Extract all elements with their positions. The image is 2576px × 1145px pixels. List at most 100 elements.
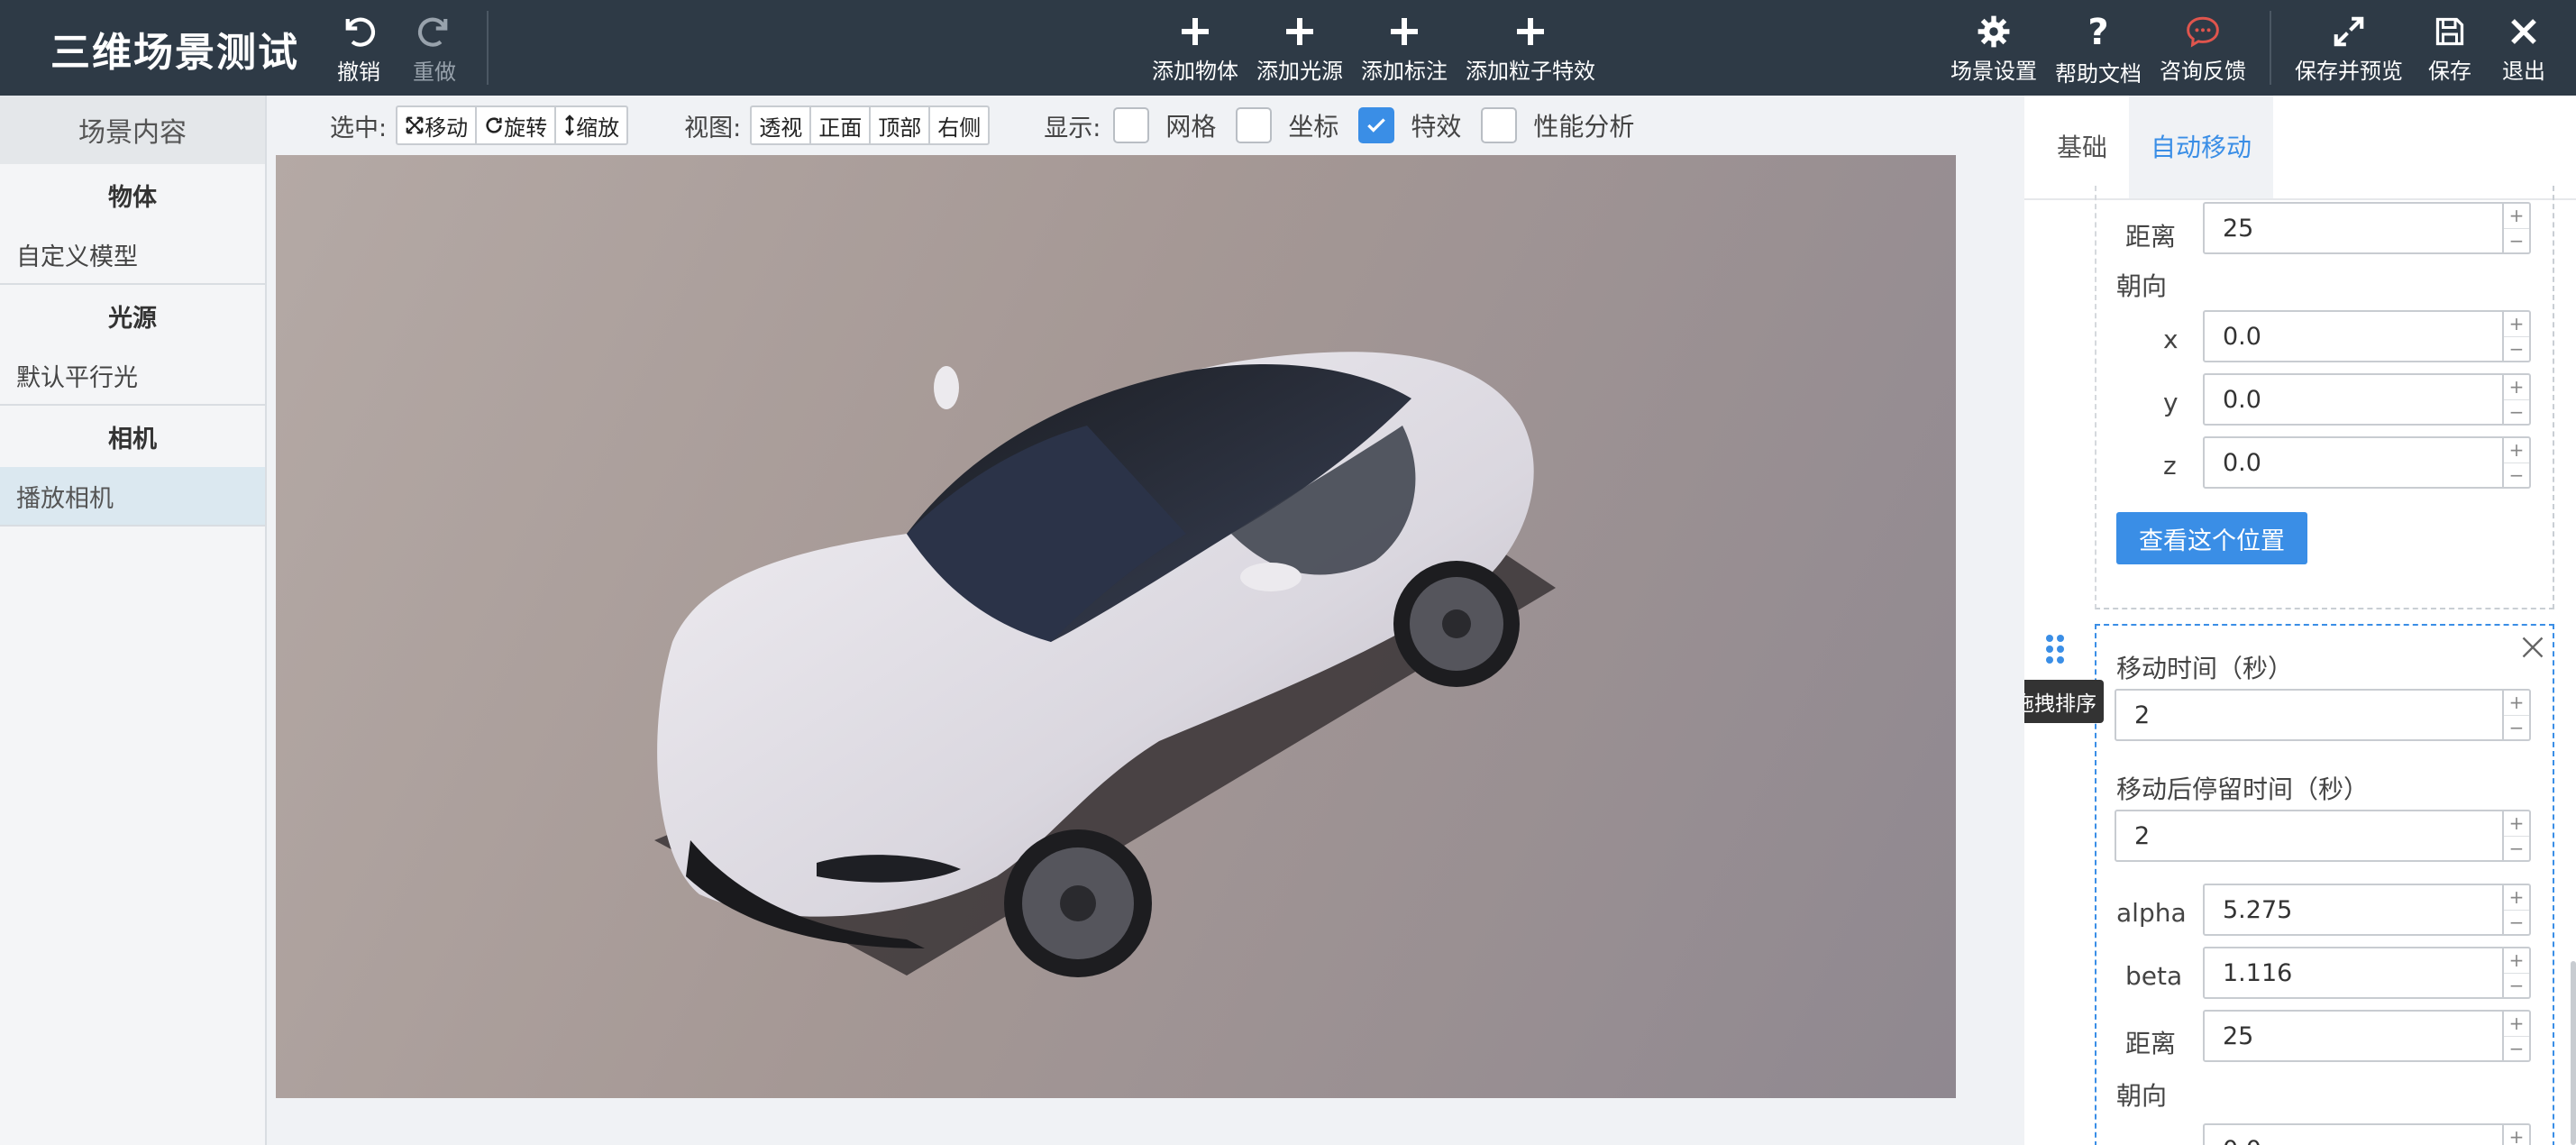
stay-time-value: 2 [2134,821,2151,850]
number-stepper: +− [2502,438,2529,487]
exit-button[interactable]: 退出 [2500,13,2547,85]
beta-input[interactable]: 1.116 + − [2203,947,2531,999]
3d-viewport[interactable] [276,155,1956,1098]
drag-handle-icon[interactable] [2044,633,2066,672]
checkmark-icon [1367,118,1386,133]
feedback-label: 咨询反馈 [2160,59,2246,84]
move-time-input[interactable]: 2 + − [2115,689,2531,741]
group-title-objects: 物体 [108,183,157,212]
add-label-button[interactable]: 添加标注 [1359,13,1449,85]
redo-button[interactable]: 重做 [411,13,458,85]
x-label: x [2163,325,2179,354]
tab-basic[interactable]: 基础 [2035,96,2129,198]
increment-button[interactable]: + [2504,204,2529,229]
grid-checkbox[interactable] [1113,107,1150,143]
move-button[interactable]: 移动 [397,107,478,143]
alpha-input[interactable]: 5.275 + − [2203,884,2531,936]
direction-z-input[interactable]: 0.0 + − [2203,436,2531,489]
floppy-disk-icon [2434,13,2466,50]
decrement-button[interactable]: − [2504,463,2529,488]
scene-settings-button[interactable]: 场景设置 [1949,13,2039,85]
direction-x-input[interactable]: 0.0 +− [2203,1123,2531,1145]
decrement-button[interactable]: − [2504,1037,2529,1061]
performance-checkbox[interactable] [1481,107,1518,143]
stay-time-input[interactable]: 2 + − [2115,810,2531,862]
gear-icon [1977,13,2011,50]
direction-x-input[interactable]: 0.0 +− [2203,310,2531,362]
undo-button[interactable]: 撤销 [335,13,382,85]
sidebar-item-play-camera[interactable]: 播放相机 [0,467,265,527]
number-stepper: +− [2502,1012,2529,1060]
decrement-button[interactable]: − [2504,337,2529,362]
effects-checkbox[interactable] [1358,107,1395,143]
sidebar-item-custom-model[interactable]: 自定义模型 [0,225,265,285]
increment-button[interactable]: + [2504,375,2529,400]
help-docs-button[interactable]: ? 帮助文档 [2053,12,2143,87]
add-particle-label: 添加粒子特效 [1466,59,1595,84]
view-button-group: 透视 正面 顶部 右侧 [750,105,991,145]
viewport-toolbar: 选中: 移动 旋转 缩放 视图: 透视 正面 顶部 右侧 显示: 网格 坐标 特… [267,96,2024,155]
add-object-button[interactable]: 添加物体 [1150,13,1240,85]
view-front-button[interactable]: 正面 [811,107,872,143]
view-perspective-button[interactable]: 透视 [752,107,812,143]
feedback-button[interactable]: 咨询反馈 [2158,13,2248,85]
undo-label: 撤销 [337,60,380,85]
plus-icon [1388,13,1420,50]
sidebar-header: 场景内容 [0,96,265,164]
distance-row: 距离 [2125,209,2176,261]
direction-y-input[interactable]: 0.0 + − [2203,373,2531,426]
move-step-card-1: 距离 25 + − 朝向 x 0.0 + − y 0.0 + − z 0.0 + − 查… [2095,186,2554,609]
group-title-lights: 光源 [108,304,157,333]
decrement-button[interactable]: − [2504,974,2529,998]
tab-auto-move[interactable]: 自动移动 [2129,96,2274,198]
decrement-button[interactable]: − [2504,837,2529,861]
save-button[interactable]: 保存 [2426,13,2473,85]
distance-input[interactable]: 25 + − [2203,1010,2531,1062]
drag-sort-tooltip: 拖拽排序 [2024,680,2104,723]
add-particle-button[interactable]: 添加粒子特效 [1464,13,1597,85]
increment-button[interactable]: + [2504,1012,2529,1037]
distance-value: 25 [2223,214,2254,243]
axes-checkbox[interactable] [1236,107,1273,143]
move-label: 移动 [425,114,469,141]
increment-button[interactable]: + [2504,438,2529,463]
increment-button[interactable]: + [2504,312,2529,337]
number-stepper: +− [2502,811,2529,860]
distance-input[interactable]: 25 + − [2203,202,2531,254]
scale-label: 缩放 [576,114,620,141]
decrement-button[interactable]: − [2504,911,2529,935]
view-right-button[interactable]: 右侧 [930,107,988,143]
number-stepper: +− [2502,204,2529,252]
plus-icon [1179,13,1211,50]
scrollbar[interactable] [2571,961,2576,1145]
scale-button[interactable]: 缩放 [556,107,626,143]
rotate-button[interactable]: 旋转 [477,107,557,143]
increment-button[interactable]: + [2504,811,2529,837]
move-step-card-2: 移动时间（秒） 2 + − 移动后停留时间（秒） 2 + − alpha 5.275… [2095,624,2554,1145]
view-position-button[interactable]: 查看这个位置 [2116,512,2307,564]
view-top-button[interactable]: 顶部 [871,107,931,143]
increment-button[interactable]: + [2504,1125,2529,1145]
group-title-cameras: 相机 [108,425,157,453]
app-title: 三维场景测试 [50,30,299,76]
toolbar-divider [2270,11,2271,85]
add-light-label: 添加光源 [1256,59,1343,84]
alpha-value: 5.275 [2223,895,2293,924]
decrement-button[interactable]: − [2504,400,2529,425]
increment-button[interactable]: + [2504,948,2529,974]
add-light-button[interactable]: 添加光源 [1255,13,1345,85]
z-value: 0.0 [2223,448,2261,477]
increment-button[interactable]: + [2504,691,2529,716]
decrement-button[interactable]: − [2504,716,2529,740]
sidebar-item-default-light[interactable]: 默认平行光 [0,346,265,406]
save-preview-button[interactable]: 保存并预览 [2293,13,2405,85]
decrement-button[interactable]: − [2504,229,2529,253]
move-time-value: 2 [2134,701,2151,729]
number-stepper: +− [2502,1125,2529,1145]
close-icon[interactable] [2520,635,2545,666]
stay-time-label: 移动后停留时间（秒） [2116,774,2370,804]
increment-button[interactable]: + [2504,885,2529,911]
x-value: 0.0 [2223,322,2261,351]
help-docs-label: 帮助文档 [2055,61,2142,87]
properties-panel: 基础 自动移动 距离 25 + − 朝向 x 0.0 + − y 0.0 + − z … [2024,96,2576,1145]
